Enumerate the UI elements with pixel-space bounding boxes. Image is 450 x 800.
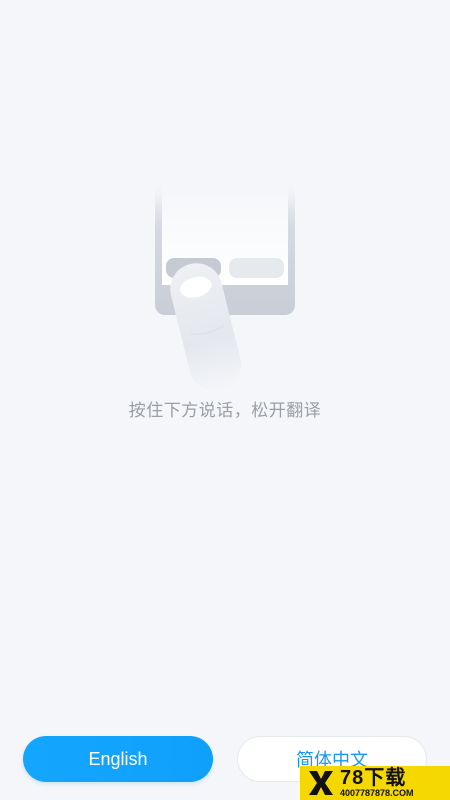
- finger-press-icon: [150, 180, 310, 391]
- site-watermark: 78下载 4007787878.COM: [300, 766, 450, 800]
- screen: 按住下方说话，松开翻译 English 简体中文 78下载 4007787878…: [0, 0, 450, 800]
- watermark-title: 78下载: [340, 767, 407, 789]
- press-hint-illustration: [150, 180, 310, 400]
- watermark-subtitle: 4007787878.COM: [340, 788, 414, 798]
- x-logo-icon: [306, 768, 336, 798]
- press-to-talk-hint: 按住下方说话，松开翻译: [128, 401, 322, 420]
- english-button-label: English: [88, 748, 148, 769]
- english-talk-button[interactable]: English: [23, 736, 213, 782]
- watermark-text: 78下载 4007787878.COM: [340, 768, 414, 798]
